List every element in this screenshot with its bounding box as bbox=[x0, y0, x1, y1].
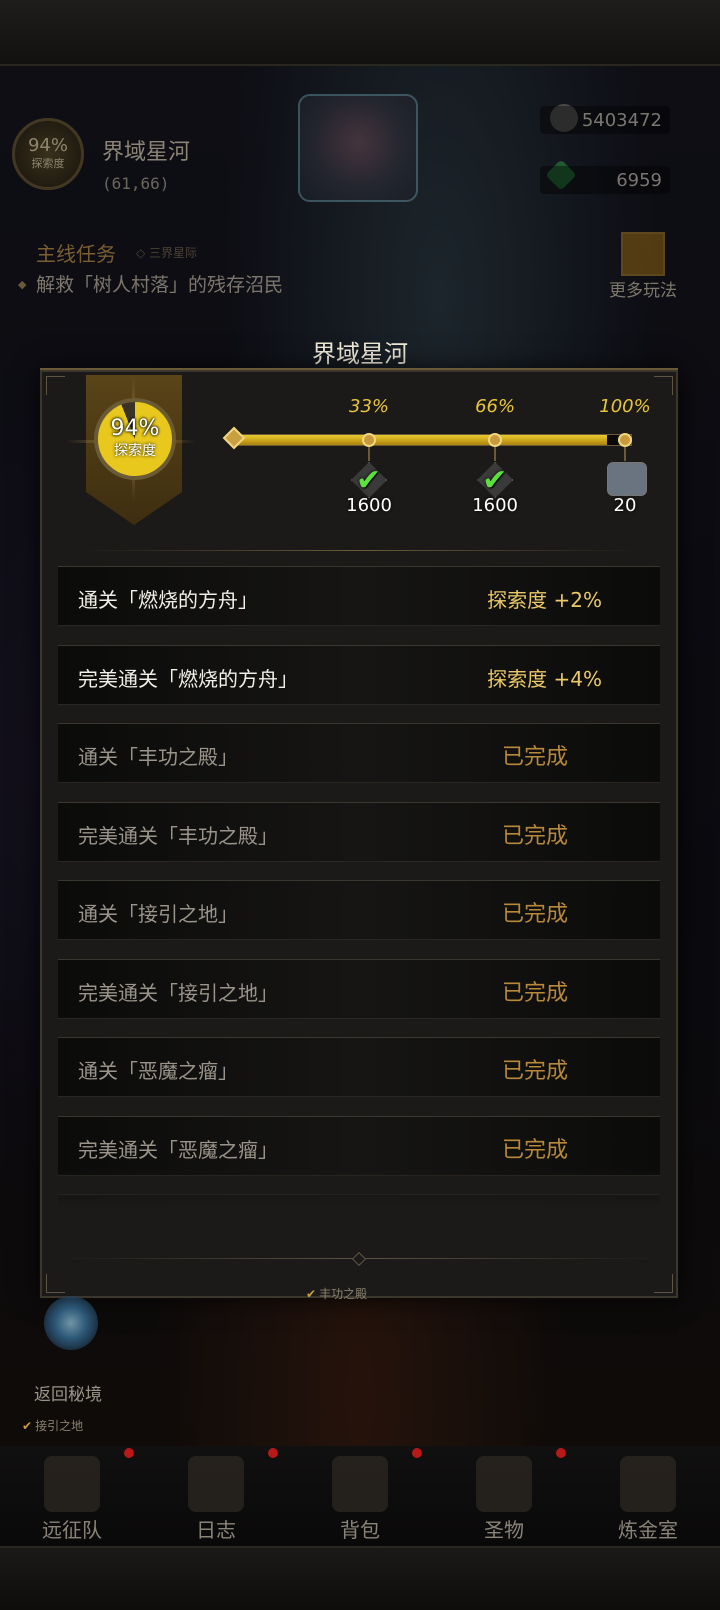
task-name: 完美通关「丰功之殿」 bbox=[78, 823, 278, 848]
stage-label-text: 丰功之殿 bbox=[319, 1287, 368, 1301]
nav-item[interactable]: 日志 bbox=[144, 1446, 288, 1546]
task-row[interactable]: 通关「燃烧的方舟」 探索度 +2% bbox=[58, 566, 660, 626]
bag-icon bbox=[332, 1456, 388, 1512]
task-name: 通关「燃烧的方舟」 bbox=[78, 588, 258, 612]
check-icon: ✔ bbox=[356, 463, 382, 498]
stage-label[interactable]: ✔ 接引之地 bbox=[22, 1417, 83, 1434]
notification-dot bbox=[268, 1448, 278, 1458]
task-row[interactable]: 完美通关「丰功之殿」 已完成 bbox=[58, 801, 660, 862]
task-row[interactable]: 通关「恶魔之瘤」 已完成 bbox=[58, 1037, 660, 1097]
currency-gem: 6959 bbox=[540, 166, 670, 194]
hero-portrait[interactable] bbox=[298, 94, 418, 202]
corner-ornament bbox=[46, 376, 65, 395]
nav-item[interactable]: 背包 bbox=[288, 1446, 432, 1546]
task-status-done: 已完成 bbox=[501, 1137, 568, 1163]
main-quest-sub: ◇ 三界星际 bbox=[136, 246, 198, 260]
top-frame bbox=[0, 0, 720, 66]
region-name: 界域星河 bbox=[102, 140, 191, 165]
ore-icon[interactable] bbox=[607, 462, 647, 496]
nav-label: 远征队 bbox=[42, 1518, 102, 1542]
nav-label: 日志 bbox=[196, 1518, 236, 1542]
task-status-done: 已完成 bbox=[501, 745, 568, 770]
task-status-done: 已完成 bbox=[501, 980, 568, 1006]
nav-item[interactable]: 远征队 bbox=[0, 1446, 144, 1546]
region-coords: (61,66) bbox=[102, 174, 170, 193]
milestone-node bbox=[618, 433, 632, 447]
region-exploration-gauge[interactable]: 94% 探索度 bbox=[12, 118, 84, 190]
task-list[interactable]: 通关「燃烧的方舟」 探索度 +2% 完美通关「燃烧的方舟」 探索度 +4% 通关「丰功之… bbox=[58, 566, 660, 1208]
task-name: 通关「恶魔之瘤」 bbox=[78, 1059, 238, 1083]
milestone-label: 66% bbox=[475, 396, 516, 417]
bottom-frame bbox=[0, 1546, 720, 1610]
progress-fill bbox=[237, 435, 608, 445]
milestone-stem bbox=[624, 447, 626, 461]
task-row[interactable]: 完美通关「恶魔之瘤」 已完成 bbox=[58, 1115, 660, 1176]
stage-label-text: 接引之地 bbox=[35, 1419, 84, 1433]
task-name: 通关「接引之地」 bbox=[78, 902, 238, 926]
modal-top-border bbox=[40, 368, 678, 370]
return-label[interactable]: 返回秘境 bbox=[34, 1380, 102, 1405]
task-status-done: 已完成 bbox=[501, 1059, 568, 1084]
main-quest-text[interactable]: 解救「树人村落」的残存沼民 bbox=[18, 272, 316, 298]
region-progress-text: 94% bbox=[27, 135, 68, 156]
milestone-node bbox=[488, 433, 503, 447]
more-play-button[interactable]: 更多玩法 bbox=[596, 232, 690, 316]
task-status-done: 已完成 bbox=[501, 902, 568, 927]
task-reward: 探索度 +2% bbox=[487, 588, 602, 612]
task-row[interactable]: 完美通关「燃烧的方舟」 探索度 +4% bbox=[58, 644, 660, 705]
nav-label: 炼金室 bbox=[618, 1518, 678, 1542]
check-icon: ✔ bbox=[482, 463, 508, 498]
relic-icon bbox=[476, 1456, 532, 1512]
portal-icon[interactable] bbox=[44, 1296, 98, 1350]
task-name: 完美通关「恶魔之瘤」 bbox=[78, 1137, 278, 1162]
modal-title: 界域星河 bbox=[312, 340, 408, 368]
scroll-icon bbox=[188, 1456, 244, 1512]
nav-item[interactable]: 炼金室 bbox=[576, 1446, 720, 1546]
header-divider bbox=[80, 550, 640, 551]
task-status-done: 已完成 bbox=[501, 823, 568, 849]
exploration-percent: 94% bbox=[110, 416, 160, 441]
task-name: 完美通关「燃烧的方舟」 bbox=[78, 666, 298, 691]
task-row[interactable]: 完美通关「接引之地」 已完成 bbox=[58, 958, 660, 1019]
milestone-node bbox=[362, 433, 377, 447]
task-row[interactable]: 通关「接引之地」 已完成 bbox=[58, 880, 660, 940]
more-play-label: 更多玩法 bbox=[609, 281, 677, 301]
reward-amount: 20 bbox=[613, 495, 637, 516]
task-name: 完美通关「接引之地」 bbox=[78, 980, 278, 1005]
reward-amount: 1600 bbox=[472, 495, 519, 516]
corner-ornament bbox=[654, 376, 673, 395]
list-fade bbox=[58, 1168, 660, 1208]
corner-ornament bbox=[46, 1274, 65, 1293]
exploration-progress-bar bbox=[236, 434, 632, 446]
alchemy-icon bbox=[620, 1456, 676, 1512]
notification-dot bbox=[412, 1448, 422, 1458]
currency-stone: 5403472 bbox=[540, 106, 670, 134]
helmet-icon bbox=[44, 1456, 100, 1512]
milestone-stem bbox=[368, 447, 371, 461]
task-reward: 探索度 +4% bbox=[487, 666, 602, 691]
exploration-label: 探索度 bbox=[114, 443, 156, 459]
nav-label: 圣物 bbox=[484, 1518, 524, 1542]
reward-amount: 1600 bbox=[346, 495, 392, 516]
notification-dot bbox=[556, 1448, 566, 1458]
bottom-nav: 远征队 日志 背包 圣物 炼金室 bbox=[0, 1446, 720, 1546]
milestone-stem bbox=[494, 447, 497, 461]
task-row[interactable]: 通关「丰功之殿」 已完成 bbox=[58, 723, 660, 783]
milestone-label: 100% bbox=[599, 396, 651, 417]
corner-ornament bbox=[654, 1274, 673, 1293]
nav-label: 背包 bbox=[340, 1518, 380, 1542]
milestone-label: 33% bbox=[349, 396, 390, 417]
gift-icon bbox=[621, 232, 665, 276]
task-name: 通关「丰功之殿」 bbox=[78, 745, 238, 769]
check-icon: ✔ bbox=[22, 1419, 33, 1433]
stage-label[interactable]: ✔ 丰功之殿 bbox=[306, 1285, 367, 1302]
notification-dot bbox=[124, 1448, 134, 1458]
main-quest-title[interactable]: 主线任务 bbox=[36, 238, 116, 267]
nav-item[interactable]: 圣物 bbox=[432, 1446, 576, 1546]
exploration-gauge: 94% 探索度 bbox=[94, 398, 176, 480]
region-progress-label: 探索度 bbox=[31, 157, 65, 170]
check-icon: ✔ bbox=[306, 1287, 317, 1301]
